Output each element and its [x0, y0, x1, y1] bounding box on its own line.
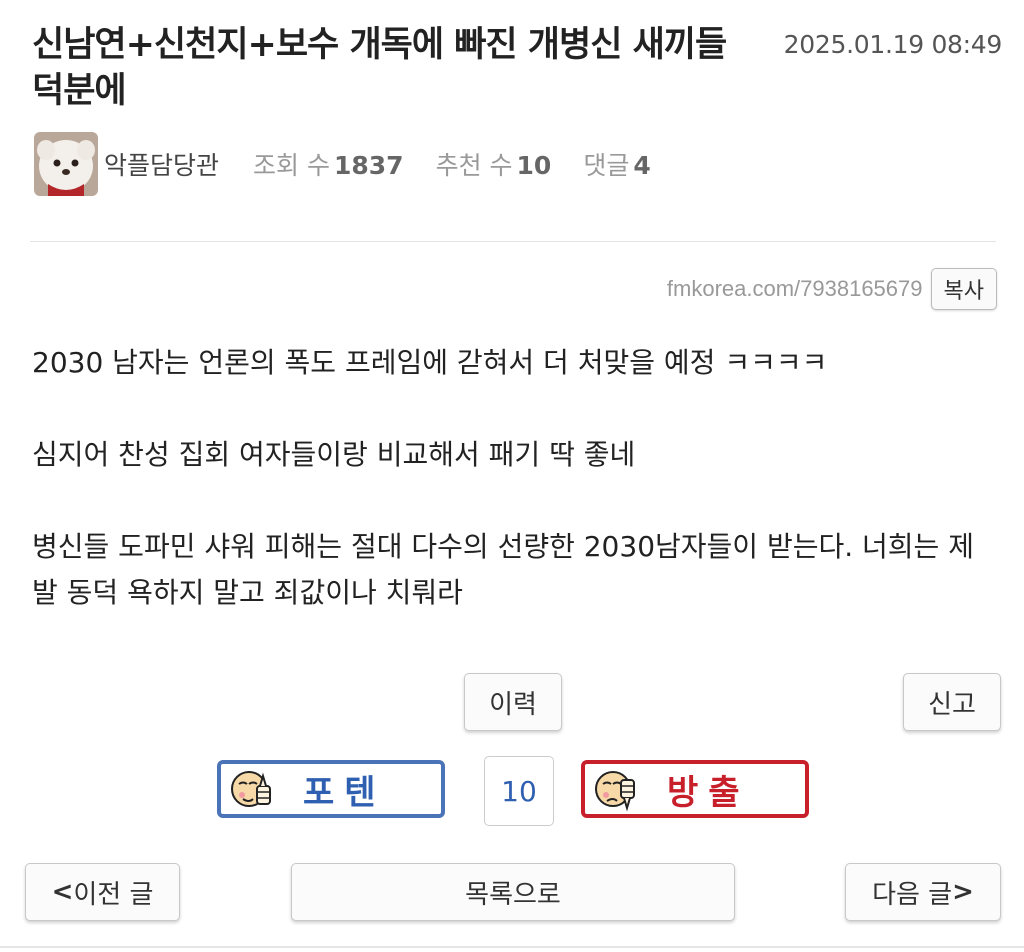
post-header: 신남연+신천지+보수 개독에 빠진 개병신 새끼들 덕분에 2025.01.19…	[32, 22, 1002, 114]
comments-count: 4	[633, 151, 651, 180]
content-paragraph: 심지어 찬성 집회 여자들이랑 비교해서 패기 딱 좋네	[32, 438, 636, 471]
post-content: 2030 남자는 언론의 폭도 프레임에 갇혀서 더 처맞을 예정 ㅋㅋㅋㅋ 심…	[32, 340, 992, 616]
comments-stat[interactable]: 댓글 4	[583, 146, 650, 182]
post-title: 신남연+신천지+보수 개독에 빠진 개병신 새끼들 덕분에	[32, 25, 727, 111]
prev-post-label: 이전 글	[73, 879, 154, 910]
upvote-label: 포텐	[303, 772, 386, 813]
thumbs-up-face-icon	[231, 771, 271, 807]
avatar-icon	[34, 132, 98, 196]
recommends-stat: 추천 수 10	[436, 146, 552, 182]
history-button[interactable]: 이력	[464, 673, 562, 731]
thumbs-down-face-icon	[595, 771, 635, 812]
bottom-divider	[0, 946, 1024, 948]
chevron-right-icon: >	[952, 877, 974, 907]
next-post-button[interactable]: 다음 글 >	[845, 863, 1001, 921]
author-name[interactable]: 악플담당관	[104, 146, 219, 182]
views-stat: 조회 수 1837	[253, 146, 404, 182]
views-count: 1837	[333, 151, 404, 180]
content-paragraph: 병신들 도파민 샤워 피해는 절대 다수의 선량한 2030남자들이 받는다. …	[32, 530, 974, 609]
content-paragraph: 2030 남자는 언론의 폭도 프레임에 갇혀서 더 처맞을 예정 ㅋㅋㅋㅋ	[32, 346, 828, 379]
views-label: 조회 수	[253, 151, 330, 180]
upvote-button[interactable]: 포텐	[217, 760, 445, 818]
copy-url-button[interactable]: 복사	[930, 268, 997, 310]
chevron-left-icon: <	[51, 877, 74, 907]
report-button[interactable]: 신고	[903, 673, 1001, 731]
post-url[interactable]: fmkorea.com/7938165679	[667, 276, 923, 302]
prev-post-button[interactable]: < 이전 글	[25, 863, 180, 921]
post-meta: 악플담당관 조회 수 1837 추천 수 10 댓글 4	[34, 132, 683, 196]
post-date: 2025.01.19 08:49	[783, 30, 1003, 59]
avatar[interactable]	[34, 132, 98, 196]
recommends-count: 10	[516, 151, 552, 180]
comments-label: 댓글	[583, 151, 630, 180]
next-post-label: 다음 글	[872, 879, 953, 910]
recommends-label: 추천 수	[435, 151, 513, 180]
downvote-label: 방출	[667, 772, 750, 813]
vote-count: 10	[484, 756, 554, 826]
post-url-row: fmkorea.com/7938165679 복사	[667, 268, 997, 310]
downvote-button[interactable]: 방출	[581, 760, 809, 818]
back-to-list-button[interactable]: 목록으로	[291, 863, 735, 921]
header-divider	[30, 241, 996, 242]
